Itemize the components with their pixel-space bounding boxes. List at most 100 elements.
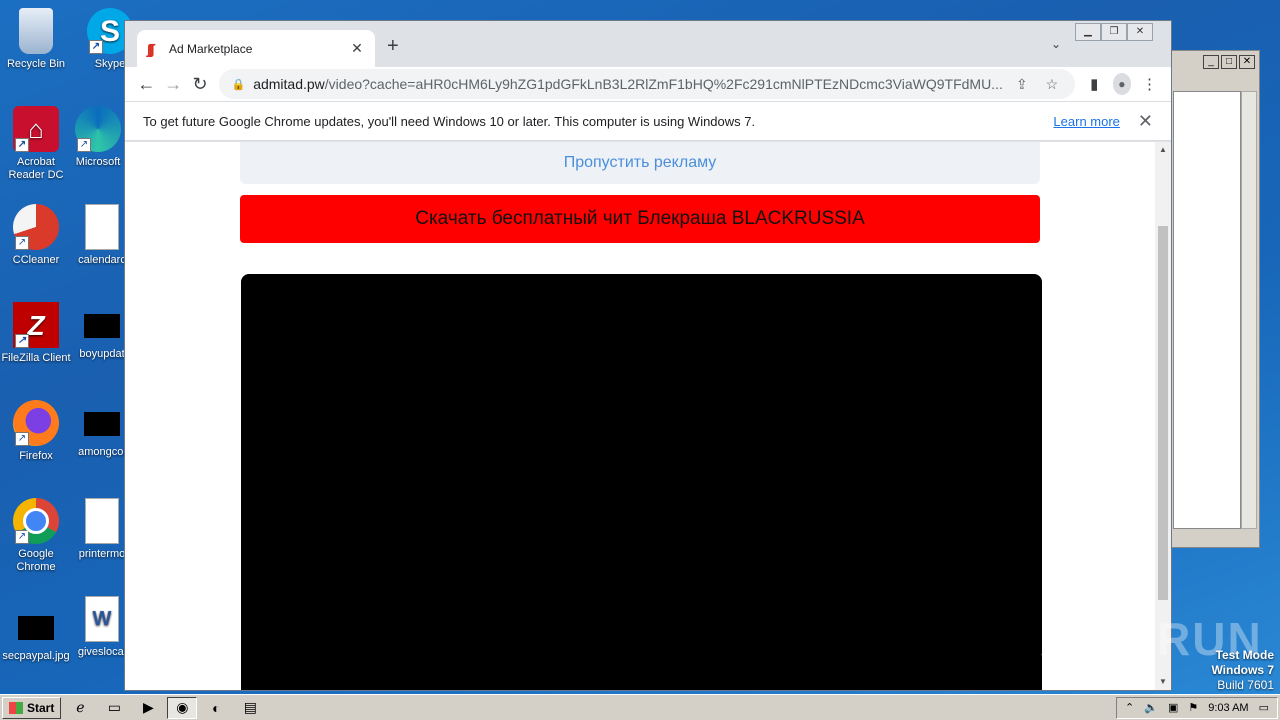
desktop-icon-label: boyupdat [79,348,125,360]
forward-icon[interactable]: → [160,74,187,95]
url-path: /video?cache=aHR0cHM6Ly9hZG1pdGFkLnB3L2R… [324,76,1003,92]
start-button[interactable]: Start [2,696,62,719]
clock[interactable]: 9:03 AM [1208,702,1248,714]
learn-more-link[interactable]: Learn more [1053,114,1119,129]
test-mode-text: Test Mode [1215,648,1274,662]
url-domain: admitad.pw [253,76,325,92]
desktop-icon-ccleaner[interactable]: ↗ CCleaner [0,204,72,267]
background-window-titlebar[interactable]: _ □ ✕ [1167,51,1259,73]
maximize-icon[interactable]: □ [1221,55,1237,69]
scroll-down-icon[interactable]: ▼ [1155,674,1171,690]
desktop-icon-label: Acrobat Reader DC [8,156,64,181]
back-icon[interactable]: ← [133,74,160,95]
window-controls: ▁ ❐ ✕ [1075,23,1153,41]
media-player-icon[interactable]: ▶ [133,697,163,719]
scroll-up-icon[interactable]: ▲ [1155,142,1171,158]
test-mode-label: Test Mode Windows 7 Build 7601 [1211,648,1274,693]
desktop-icon-firefox[interactable]: ↗ Firefox [0,400,72,463]
tab-close-icon[interactable]: ✕ [349,40,365,57]
build-text: Build 7601 [1217,678,1274,692]
desktop-icon-secpaypal[interactable]: secpaypal.jpg [0,604,72,663]
video-player[interactable] [241,274,1042,690]
desktop-icon-label: Microsoft [75,156,121,168]
bookmark-star-icon[interactable]: ☆ [1041,76,1063,93]
browser-toolbar: ← → ↻ 🔒 admitad.pw/video?cache=aHR0cHM6L… [125,67,1171,101]
file-explorer-icon[interactable]: ▭ [99,697,129,719]
page-scrollbar[interactable]: ▲ ▼ [1155,142,1171,690]
url-text[interactable]: admitad.pw/video?cache=aHR0cHM6Ly9hZG1pd… [253,76,1003,92]
tray-expand-icon[interactable]: ⌃ [1125,701,1134,714]
os-text: Windows 7 [1211,663,1274,677]
desktop-icon-label: calendarc [78,254,126,266]
download-cheat-button[interactable]: Скачать бесплатный чит Блекраша BLACKRUS… [240,195,1040,243]
shortcut-arrow-icon: ↗ [15,236,29,250]
edge-icon: ↗ [75,106,121,152]
reload-icon[interactable]: ↻ [187,74,214,95]
menu-kebab-icon[interactable]: ⋮ [1136,75,1163,93]
lock-icon[interactable]: 🔒 [231,78,245,91]
background-window-scrollbar[interactable] [1241,91,1257,529]
desktop-icon-label: FileZilla Client [1,352,71,364]
background-window[interactable]: _ □ ✕ [1166,50,1260,548]
shortcut-arrow-icon: ↗ [15,530,29,544]
profile-avatar-icon[interactable]: ● [1112,73,1132,95]
heat-favicon-icon: ∫∫∫ [147,40,155,57]
notepad-taskbar-icon[interactable]: ▤ [235,697,265,719]
desktop-icon-label: secpaypal.jpg [2,650,70,662]
background-window-content [1173,91,1241,529]
edge-taskbar-icon[interactable]: ◐ [201,697,231,719]
start-label: Start [27,700,55,715]
address-bar[interactable]: 🔒 admitad.pw/video?cache=aHR0cHM6Ly9hZG1… [219,69,1075,99]
close-icon[interactable]: ✕ [1239,55,1255,69]
page-viewport: Пропустить рекламу Скачать бесплатный чи… [125,142,1171,690]
taskbar: Start ℯ ▭ ▶ ◉ ◐ ▤ ⌃ 🔈 ▣ ⚑ 9:03 AM ▭ [0,694,1280,720]
tab-strip: ∫∫∫ Ad Marketplace ✕ + ⌄ ▁ ❐ ✕ [125,21,1171,67]
show-desktop-icon[interactable]: ▭ [1259,701,1269,714]
shortcut-arrow-icon: ↗ [77,138,91,152]
desktop-icon-label: Google Chrome [16,548,56,573]
minimize-icon[interactable]: ▁ [1075,23,1101,41]
desktop-icon-label: amongcoi [78,446,126,458]
desktop-icon-label: Firefox [19,450,53,462]
new-tab-icon[interactable]: + [387,35,399,58]
shortcut-arrow-icon: ↗ [15,432,29,446]
chrome-icon: ↗ [13,498,59,544]
recycle-bin-icon [19,8,53,54]
chrome-taskbar-icon[interactable]: ◉ [167,696,198,719]
chrome-window: ∫∫∫ Ad Marketplace ✕ + ⌄ ▁ ❐ ✕ ← → ↻ 🔒 a… [124,20,1172,691]
desktop-icon-recycle-bin[interactable]: Recycle Bin [0,8,72,71]
volume-icon[interactable]: 🔈 [1144,701,1158,714]
internet-explorer-icon[interactable]: ℯ [65,697,95,719]
desktop-icon-filezilla[interactable]: Z ↗ FileZilla Client [0,302,72,365]
flag-tray-icon[interactable]: ⚑ [1188,701,1198,714]
desktop-icon-google-chrome[interactable]: ↗ Google Chrome [0,498,72,574]
file-icon [84,412,120,436]
windows-flag-icon [9,701,23,714]
tab-search-chevron-icon[interactable]: ⌄ [1051,37,1061,51]
image-file-icon [18,616,54,640]
acrobat-icon: ⌂ ↗ [13,106,59,152]
filezilla-icon: Z ↗ [13,302,59,348]
minimize-icon[interactable]: _ [1203,55,1219,69]
close-icon[interactable]: ✕ [1127,23,1153,41]
infobar-close-icon[interactable]: ✕ [1138,111,1153,132]
shortcut-arrow-icon: ↗ [15,334,29,348]
document-icon [85,498,119,544]
scroll-thumb[interactable] [1158,226,1168,600]
tab-title: Ad Marketplace [169,41,253,56]
system-tray: ⌃ 🔈 ▣ ⚑ 9:03 AM ▭ [1116,696,1278,719]
desktop-icon-label: Recycle Bin [6,58,66,70]
infobar-message: To get future Google Chrome updates, you… [143,113,756,129]
network-icon[interactable]: ▣ [1168,701,1178,714]
document-icon [85,204,119,250]
skip-ad-button[interactable]: Пропустить рекламу [240,142,1040,184]
restore-icon[interactable]: ❐ [1101,23,1127,41]
side-panel-icon[interactable]: ▮ [1081,75,1108,93]
update-infobar: To get future Google Chrome updates, you… [125,101,1171,141]
desktop-icon-label: CCleaner [12,254,60,266]
tab-ad-marketplace[interactable]: ∫∫∫ Ad Marketplace ✕ [137,30,375,67]
share-icon[interactable]: ⇪ [1011,76,1033,93]
desktop-icon-label: giveslocal [77,646,127,658]
file-icon [84,314,120,338]
ccleaner-icon: ↗ [13,204,59,250]
